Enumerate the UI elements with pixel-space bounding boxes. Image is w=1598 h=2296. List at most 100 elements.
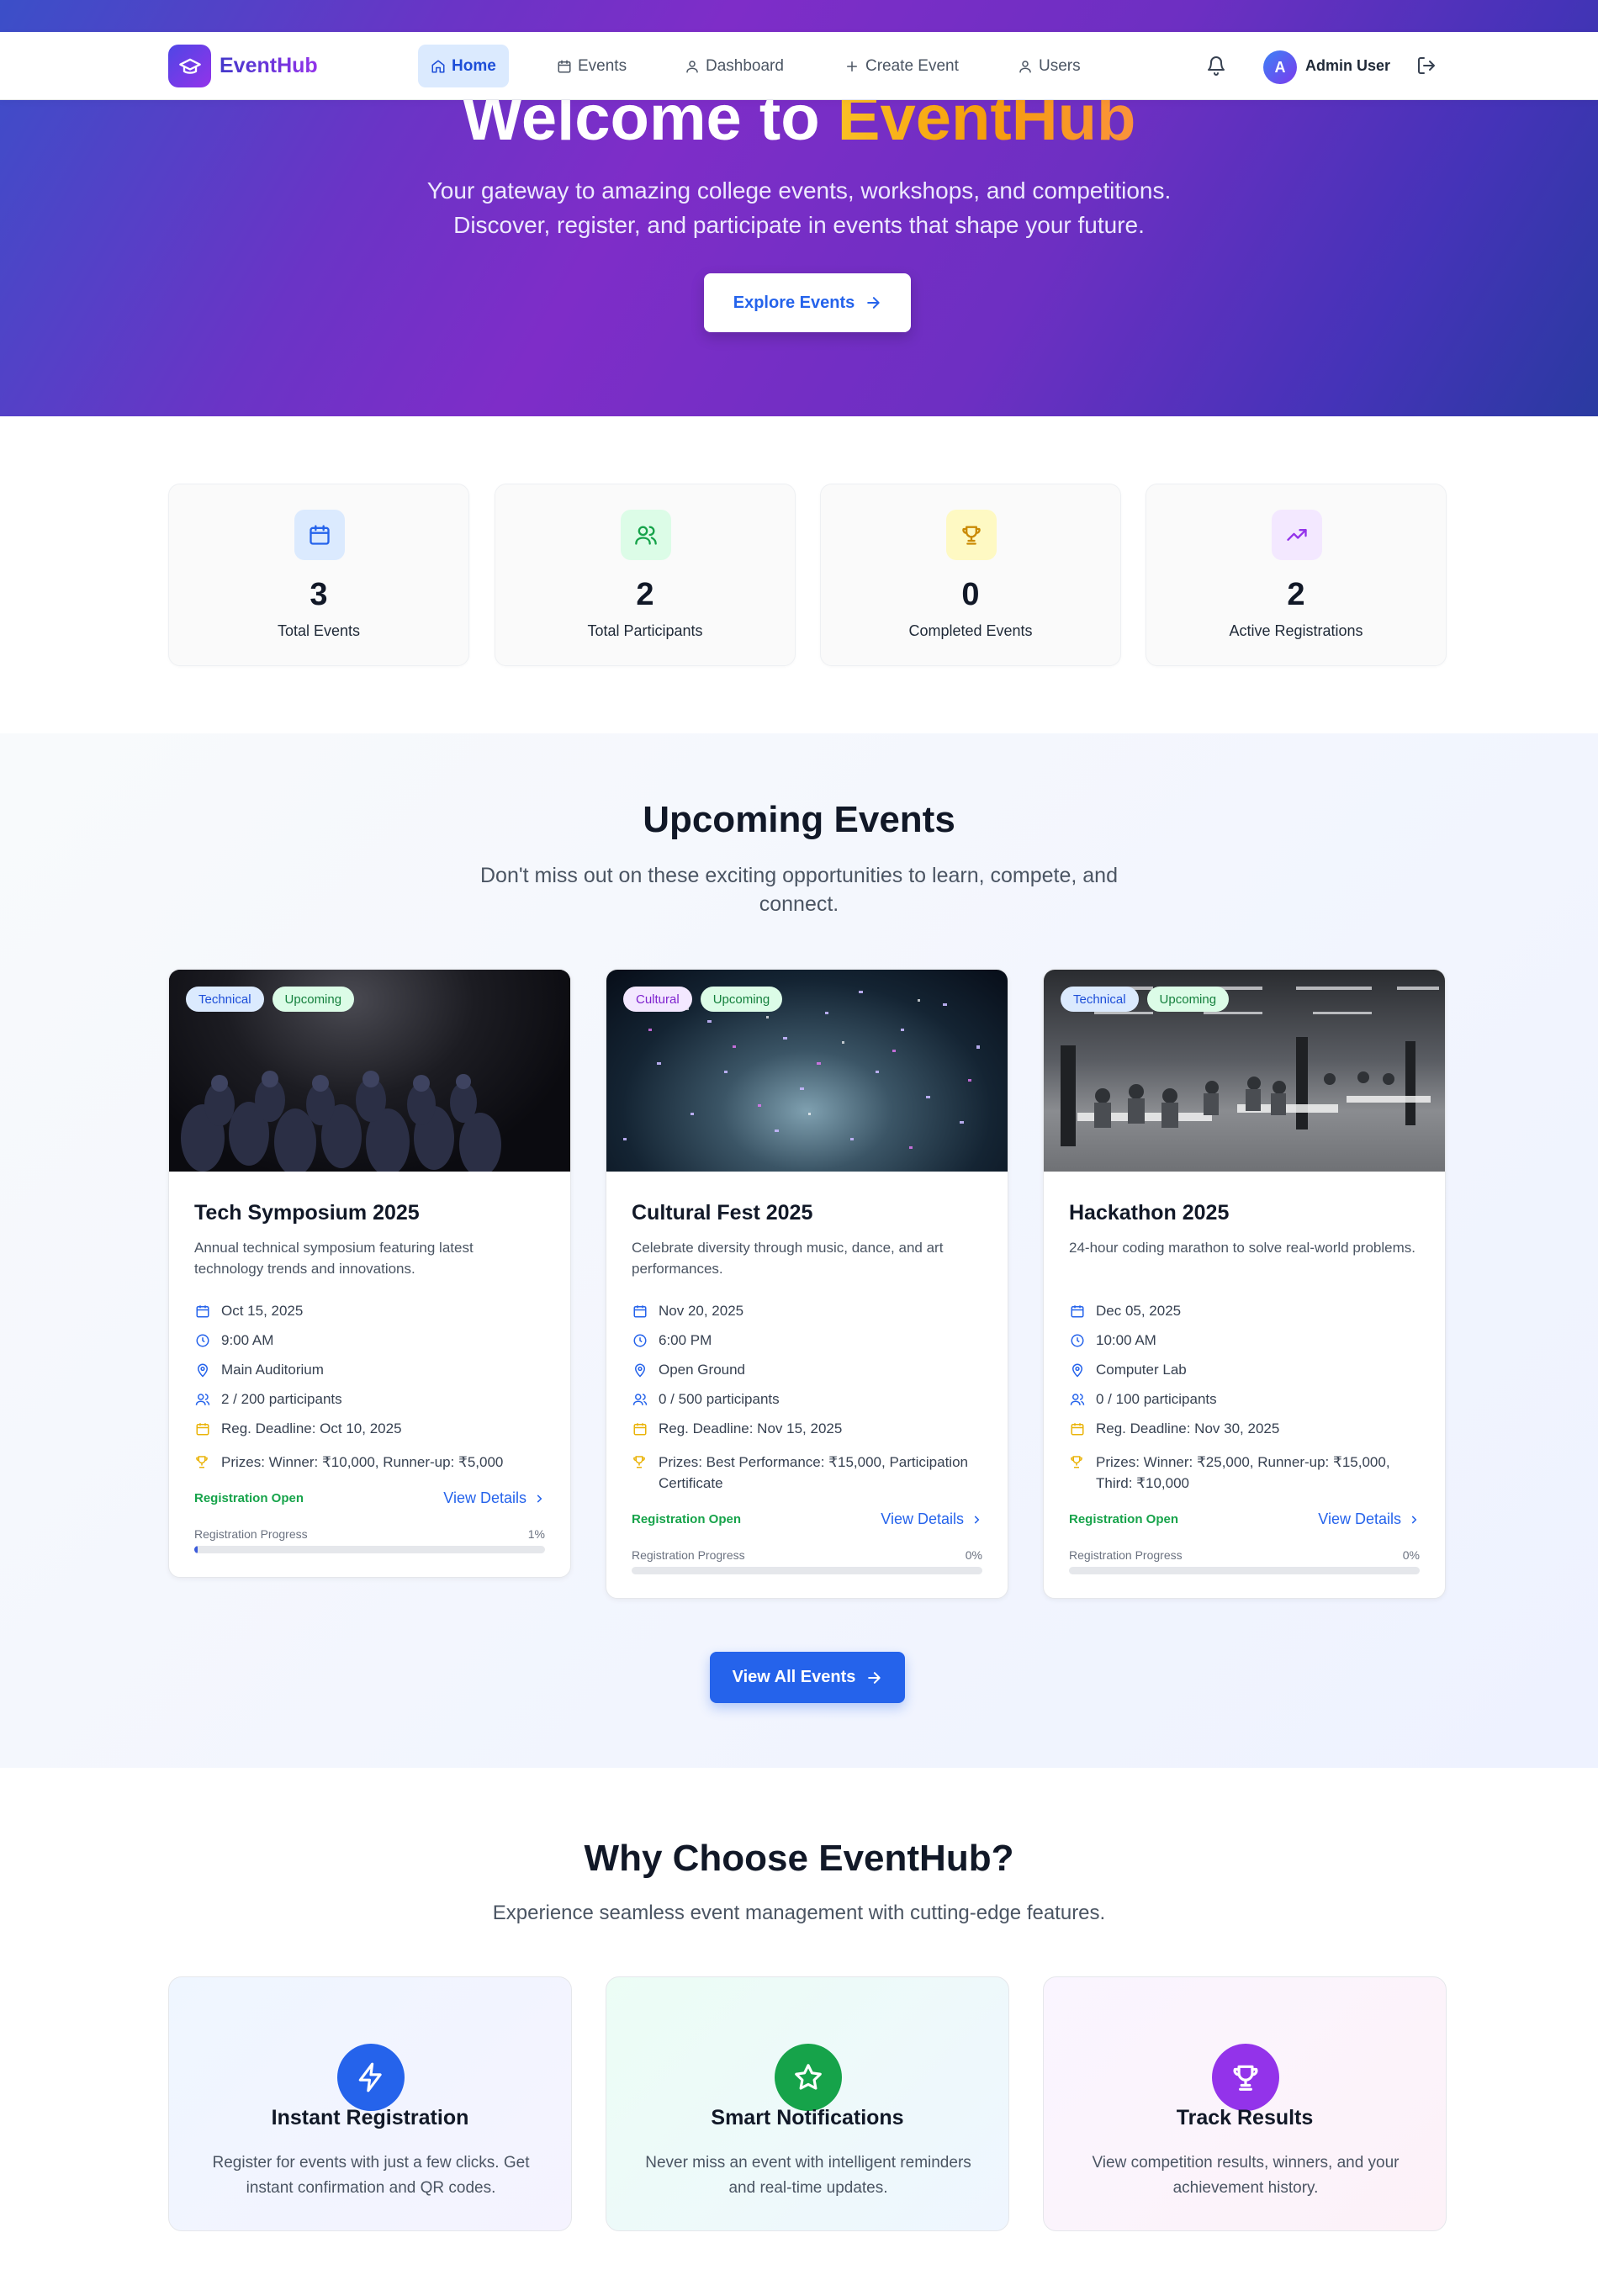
users-icon — [194, 1391, 211, 1408]
chevron-right-icon — [1411, 1515, 1417, 1524]
event-participants: 0 / 500 participants — [632, 1384, 982, 1414]
user-icon — [686, 60, 698, 72]
event-image: Technical Upcoming — [1044, 970, 1445, 1172]
event-description: Celebrate diversity through music, dance… — [632, 1240, 944, 1277]
event-deadline: Reg. Deadline: Oct 10, 2025 — [194, 1414, 545, 1443]
plus-icon — [847, 61, 857, 71]
event-date: Nov 20, 2025 — [632, 1296, 982, 1325]
map-pin-icon — [194, 1362, 211, 1378]
calendar-icon — [632, 1303, 648, 1320]
event-image: Cultural Upcoming — [606, 970, 1008, 1172]
calendar-icon — [1069, 1303, 1086, 1320]
event-participants: 2 / 200 participants — [194, 1384, 545, 1414]
user-name: Admin User — [1305, 57, 1391, 74]
feature-card: Track Results View competition results, … — [1043, 1976, 1447, 2231]
calendar-icon — [294, 510, 345, 560]
stat-label: Total Events — [277, 622, 361, 639]
clock-icon — [632, 1332, 648, 1349]
feature-card: Instant Registration Register for events… — [168, 1976, 572, 2231]
event-card[interactable]: Technical Upcoming Hackathon 2025 24-hou… — [1043, 969, 1446, 1599]
event-card[interactable]: Cultural Upcoming Cultural Fest 2025 Cel… — [606, 969, 1008, 1599]
nav-home[interactable]: Home — [418, 45, 509, 87]
registration-progress-bar — [194, 1546, 545, 1553]
progress-value: 0% — [965, 1548, 982, 1562]
event-deadline: Reg. Deadline: Nov 30, 2025 — [1069, 1414, 1420, 1443]
section-subtitle: Experience seamless event management wit… — [492, 1902, 1106, 1924]
users-icon — [1069, 1391, 1086, 1408]
feature-title: Instant Registration — [271, 2106, 469, 2129]
view-details-link[interactable]: View Details — [443, 1489, 545, 1507]
hero-subtitle: Your gateway to amazing college events, … — [426, 177, 1172, 238]
event-title: Cultural Fest 2025 — [632, 1201, 813, 1225]
feature-title: Smart Notifications — [711, 2106, 904, 2129]
explore-events-button[interactable]: Explore Events — [704, 273, 911, 332]
trending-up-icon — [1272, 510, 1322, 560]
event-prizes: Prizes: Winner: ₹25,000, Runner-up: ₹15,… — [1069, 1452, 1420, 1494]
event-deadline: Reg. Deadline: Nov 15, 2025 — [632, 1414, 982, 1443]
bell-icon — [1208, 56, 1225, 76]
trophy-icon — [1069, 1454, 1086, 1471]
category-badge: Technical — [1061, 987, 1139, 1012]
feature-card: Smart Notifications Never miss an event … — [606, 1976, 1009, 2231]
trophy-icon — [1212, 2044, 1279, 2111]
category-badge: Cultural — [623, 987, 692, 1012]
view-details-link[interactable]: View Details — [1318, 1510, 1420, 1528]
event-venue: Open Ground — [632, 1355, 982, 1384]
trophy-icon — [194, 1454, 211, 1471]
event-prizes: Prizes: Winner: ₹10,000, Runner-up: ₹5,0… — [194, 1452, 545, 1473]
status-badge: Upcoming — [272, 987, 355, 1012]
stat-value: 0 — [961, 577, 980, 612]
graduation-cap-icon — [168, 45, 211, 87]
stat-label: Active Registrations — [1229, 622, 1363, 639]
registration-progress-bar — [1069, 1567, 1420, 1574]
feature-description: Never miss an event with intelligent rem… — [645, 2154, 971, 2197]
home-icon — [431, 60, 445, 72]
registration-status: Registration Open — [194, 1491, 304, 1505]
nav-users[interactable]: Users — [1005, 45, 1093, 87]
star-icon — [775, 2044, 842, 2111]
arrow-right-icon — [867, 297, 880, 309]
user-icon — [1019, 60, 1031, 72]
event-description: 24-hour coding marathon to solve real-wo… — [1069, 1240, 1415, 1256]
top-navbar: EventHub Home Events Dashboard Create Ev… — [0, 32, 1598, 100]
feature-description: View competition results, winners, and y… — [1092, 2154, 1400, 2197]
stat-label: Completed Events — [908, 622, 1033, 639]
status-badge: Upcoming — [1146, 987, 1230, 1012]
event-venue: Main Auditorium — [194, 1355, 545, 1384]
stat-value: 2 — [636, 577, 654, 612]
chevron-right-icon — [537, 1494, 542, 1503]
registration-status: Registration Open — [1069, 1512, 1179, 1526]
nav-create-event[interactable]: Create Event — [832, 45, 971, 87]
stat-completed-events: 0 Completed Events — [820, 484, 1121, 666]
event-description: Annual technical symposium featuring lat… — [194, 1240, 474, 1277]
notifications-button[interactable] — [1203, 52, 1230, 79]
view-details-link[interactable]: View Details — [881, 1510, 982, 1528]
event-time: 6:00 PM — [632, 1325, 982, 1355]
progress-label: Registration Progress — [194, 1527, 308, 1541]
calendar-icon — [632, 1420, 648, 1437]
logout-button[interactable] — [1413, 52, 1440, 79]
calendar-icon — [558, 60, 571, 72]
arrow-right-icon — [868, 1671, 881, 1684]
brand-link[interactable]: EventHub — [168, 45, 318, 87]
avatar[interactable]: A — [1263, 50, 1297, 84]
calendar-icon — [194, 1420, 211, 1437]
trophy-icon — [946, 510, 997, 560]
progress-fill — [194, 1546, 198, 1553]
nav-dashboard[interactable]: Dashboard — [672, 45, 796, 87]
section-title: Upcoming Events — [643, 799, 955, 840]
event-date: Oct 15, 2025 — [194, 1296, 545, 1325]
nav-events[interactable]: Events — [544, 45, 639, 87]
map-pin-icon — [1069, 1362, 1086, 1378]
event-card[interactable]: Technical Upcoming Tech Symposium 2025 A… — [168, 969, 571, 1578]
event-time: 9:00 AM — [194, 1325, 545, 1355]
calendar-icon — [1069, 1420, 1086, 1437]
zap-icon — [337, 2044, 405, 2111]
logout-icon — [1418, 57, 1435, 74]
event-badges: Technical Upcoming — [1061, 987, 1230, 1012]
stat-value: 2 — [1287, 577, 1305, 612]
map-pin-icon — [632, 1362, 648, 1378]
event-badges: Technical Upcoming — [186, 987, 355, 1012]
view-all-events-button[interactable]: View All Events — [710, 1652, 905, 1703]
progress-label: Registration Progress — [1069, 1548, 1183, 1562]
